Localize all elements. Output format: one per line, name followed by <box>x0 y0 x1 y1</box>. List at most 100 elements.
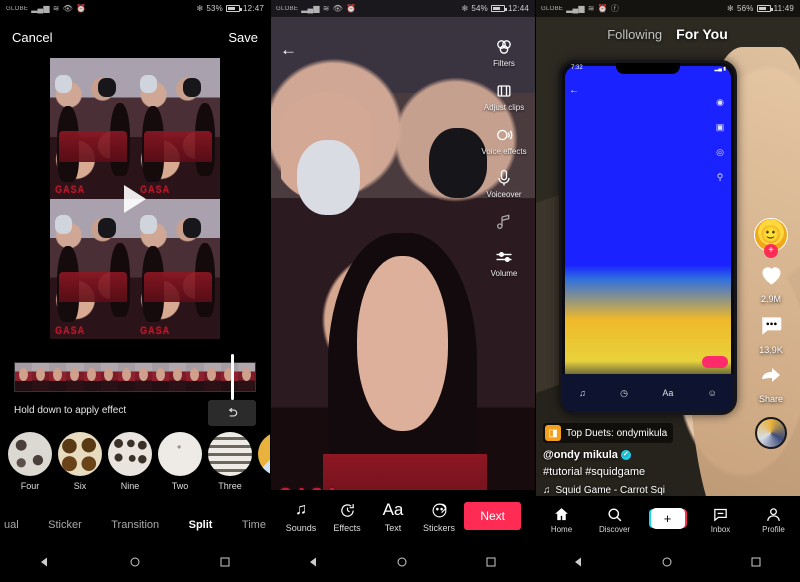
tool-volume[interactable]: Volume <box>477 246 531 279</box>
nav-home[interactable]: Home <box>540 504 584 534</box>
android-navbar-panel2[interactable] <box>270 542 535 582</box>
video-preview[interactable]: GASA GASA GASA GASA <box>50 58 220 339</box>
tool-adjust-clips[interactable]: Adjust clips <box>477 80 531 113</box>
effect-thumb <box>158 432 202 476</box>
nav-inbox[interactable]: Inbox <box>699 504 743 534</box>
back-triangle-icon[interactable] <box>39 556 51 568</box>
clip-bottom-toolbar[interactable]: ♫ Sounds Effects Aa Text Stickers Next <box>270 490 535 542</box>
back-triangle-icon[interactable] <box>308 556 320 568</box>
effects-carousel[interactable]: Four Six Nine Two Three Mix <box>0 432 270 502</box>
bottom-stickers[interactable]: Stickers <box>416 499 462 533</box>
bottom-label: Text <box>384 523 402 533</box>
feed-header-tabs[interactable]: Following For You <box>535 18 800 50</box>
bluetooth-icon: ✻ <box>196 3 204 13</box>
inner-sounds-icon: ♫ <box>579 388 586 398</box>
back-triangle-icon[interactable] <box>573 556 585 568</box>
phone-notch <box>616 63 680 74</box>
undo-button[interactable] <box>208 400 256 426</box>
inner-text-icon: Aa <box>662 388 674 398</box>
wifi-icon: ≋ <box>52 3 60 13</box>
duet-badge[interactable]: ◨ Top Duets: ondymikula <box>543 423 674 443</box>
effect-item[interactable]: Four <box>6 432 54 491</box>
cancel-button[interactable]: Cancel <box>12 30 52 45</box>
home-circle-icon[interactable] <box>396 556 408 568</box>
like-button[interactable]: 2.9M <box>758 261 785 304</box>
tab-for-you[interactable]: For You <box>676 26 728 42</box>
alarm-icon: ⏰ <box>597 3 608 13</box>
comment-button[interactable]: 13.9K <box>758 313 784 355</box>
save-button[interactable]: Save <box>228 30 258 45</box>
effect-item[interactable]: Six <box>56 432 104 491</box>
effect-item[interactable]: Nine <box>106 432 154 491</box>
inner-mic-icon: ⚲ <box>716 172 724 182</box>
bottom-text[interactable]: Aa Text <box>370 499 416 533</box>
play-button[interactable] <box>124 184 146 213</box>
tool-filters[interactable]: Filters <box>477 36 531 69</box>
music-row[interactable]: ♫ Squid Game - Carrot Sqi <box>543 485 741 496</box>
avatar[interactable]: 🙂 + <box>754 218 788 258</box>
android-navbar-panel3[interactable] <box>535 542 800 582</box>
tab-visual[interactable]: ual <box>4 519 19 531</box>
inner-sticker-icon: ☺ <box>707 388 717 398</box>
tab-time[interactable]: Time <box>242 519 266 531</box>
effect-thumb <box>58 432 102 476</box>
nav-discover[interactable]: Discover <box>593 504 637 534</box>
panel-divider <box>270 0 271 582</box>
hashtags[interactable]: #tutorial #squidgame <box>543 466 741 478</box>
bottom-sounds[interactable]: ♫ Sounds <box>278 499 324 533</box>
tab-sticker[interactable]: Sticker <box>48 519 82 531</box>
username[interactable]: @ondy mikula ✓ <box>543 449 741 461</box>
tool-music[interactable] <box>477 211 531 235</box>
android-navbar-panel1[interactable] <box>0 542 270 582</box>
inner-phone-time: 7:32 <box>571 65 583 71</box>
tool-voiceover[interactable]: Voiceover <box>477 167 531 200</box>
tab-following[interactable]: Following <box>607 27 662 42</box>
effect-item[interactable]: Mix <box>256 432 270 491</box>
comment-count: 13.9K <box>759 345 783 355</box>
inbox-icon <box>699 504 743 524</box>
follow-plus-badge[interactable]: + <box>764 244 778 258</box>
microphone-icon <box>477 167 531 189</box>
share-button[interactable]: Share <box>758 364 784 404</box>
tool-label: Voiceover <box>486 190 522 200</box>
nav-create[interactable]: + <box>646 508 690 530</box>
voice-effects-icon <box>477 124 531 146</box>
inner-filters-icon: ◉ <box>716 97 724 107</box>
nav-profile[interactable]: Profile <box>752 504 796 534</box>
wifi-icon: ≋ <box>322 3 330 13</box>
bottom-effects[interactable]: Effects <box>324 499 370 533</box>
timeline-playhead[interactable] <box>231 354 234 400</box>
create-plus-icon[interactable]: + <box>650 508 685 529</box>
inner-phone-toolbar: ♫ ◷ Aa ☺ <box>562 374 734 412</box>
sticker-smiley-icon <box>416 499 462 521</box>
side-tool-rail[interactable]: Filters Adjust clips Voice effects Voice… <box>477 36 531 279</box>
effect-thumb <box>208 432 252 476</box>
home-circle-icon[interactable] <box>661 556 673 568</box>
panel-video-editor: GLOBE ▂▄▆ ≋ 👁 ⏰ ✻ 53% 12:47 Cancel Save … <box>0 0 270 582</box>
effect-label: Four <box>20 481 40 491</box>
music-note-icon: ♫ <box>543 485 551 496</box>
recents-square-icon[interactable] <box>750 556 762 568</box>
alarm-icon: ⏰ <box>346 3 357 13</box>
recents-square-icon[interactable] <box>219 556 231 568</box>
next-button[interactable]: Next <box>464 502 521 530</box>
effect-item[interactable]: Three <box>206 432 254 491</box>
back-button[interactable]: ← <box>280 40 297 60</box>
feed-action-rail[interactable]: 🙂 + 2.9M 13.9K Share <box>748 218 794 449</box>
tab-split[interactable]: Split <box>189 519 213 531</box>
effect-item[interactable]: Two <box>156 432 204 491</box>
battery-icon <box>490 5 507 12</box>
status-bar-right: ✻ 56% 11:49 <box>727 4 794 13</box>
tiktok-bottom-nav[interactable]: Home Discover + Inbox Profile <box>535 496 800 542</box>
status-bar-right: ✻ 54% 12:44 <box>461 4 529 13</box>
timeline-frame <box>220 363 238 391</box>
music-disc-icon[interactable] <box>755 417 787 449</box>
signal-icon: ▂▄▆ <box>31 3 50 13</box>
share-arrow-icon <box>762 368 780 382</box>
editor-tab-bar[interactable]: ual Sticker Transition Split Time <box>0 508 270 542</box>
home-circle-icon[interactable] <box>129 556 141 568</box>
recents-square-icon[interactable] <box>485 556 497 568</box>
tab-transition[interactable]: Transition <box>111 519 159 531</box>
tool-voice-effects[interactable]: Voice effects <box>477 124 531 157</box>
timeline-filmstrip[interactable] <box>14 362 256 392</box>
